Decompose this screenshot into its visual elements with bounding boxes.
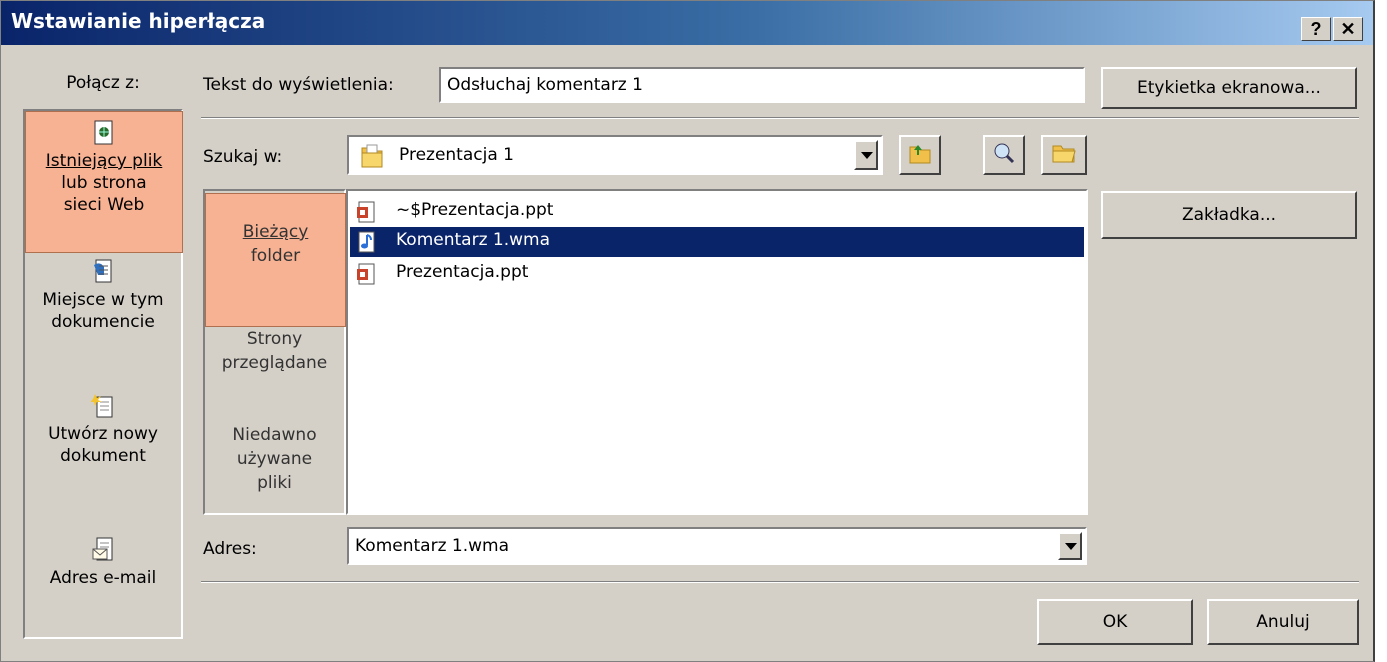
bottom-separator	[201, 581, 1359, 583]
link-to-label: Połącz z:	[66, 73, 140, 93]
place-browsed-pages[interactable]: Strony przeglądane	[205, 327, 344, 387]
place-current-line2: folder	[250, 246, 301, 266]
look-in-combo[interactable]: Prezentacja 1	[347, 135, 883, 175]
place-current-line1: Bieżący	[242, 222, 309, 242]
up-one-folder-button[interactable]	[899, 135, 941, 175]
browse-web-icon	[994, 143, 1015, 163]
folder-icon	[361, 144, 383, 168]
link-email-line1: Adres e-mail	[49, 568, 157, 588]
link-existing-file[interactable]: Istniejący plik lub strona sieci Web	[25, 111, 183, 253]
place-recent-line3: pliki	[257, 473, 292, 493]
link-new-doc-line1: Utwórz nowy	[48, 424, 158, 444]
file-name: Prezentacja.ppt	[396, 262, 529, 282]
email-address-icon	[92, 537, 113, 561]
place-current-folder[interactable]: Bieżący folder	[205, 193, 346, 327]
insert-hyperlink-dialog: Wstawianie hiperłącza ? ✕ Połącz z: Istn…	[0, 0, 1375, 662]
link-place-line1: Miejsce w tym	[42, 290, 164, 310]
link-existing-file-line2: lub strona	[61, 173, 147, 193]
file-row[interactable]: Prezentacja.ppt	[350, 259, 1084, 289]
file-name: Komentarz 1.wma	[396, 230, 550, 250]
new-document-icon	[91, 394, 113, 418]
link-place-in-document[interactable]: Miejsce w tym dokumencie	[25, 259, 181, 359]
link-existing-file-line3: sieci Web	[63, 195, 145, 215]
link-to-bar: Istniejący plik lub strona sieci Web Mie…	[23, 109, 183, 639]
browse-web-button[interactable]	[983, 135, 1025, 175]
powerpoint-file-icon	[357, 263, 375, 285]
look-in-label: Szukaj w:	[203, 147, 283, 167]
look-in-value: Prezentacja 1	[399, 145, 514, 165]
address-value: Komentarz 1.wma	[355, 536, 509, 556]
places-bar: Bieżący folder Strony przeglądane Niedaw…	[203, 189, 346, 515]
dialog-title: Wstawianie hiperłącza	[11, 9, 266, 33]
browse-file-button[interactable]	[1041, 135, 1087, 175]
place-recent-line1: Niedawno	[232, 425, 317, 445]
link-new-doc-line2: dokument	[60, 446, 146, 466]
link-email-address[interactable]: Adres e-mail	[25, 537, 181, 607]
look-in-dropdown-icon[interactable]	[854, 140, 878, 170]
link-new-document[interactable]: Utwórz nowy dokument	[25, 393, 181, 493]
address-label: Adres:	[203, 539, 257, 559]
link-existing-file-line1: Istniejący plik	[45, 151, 163, 171]
screentip-button[interactable]: Etykietka ekranowa...	[1101, 67, 1357, 109]
bookmark-button[interactable]: Zakładka...	[1101, 191, 1357, 239]
address-combo[interactable]: Komentarz 1.wma	[347, 527, 1087, 565]
place-browsed-line1: Strony	[246, 329, 303, 349]
help-button[interactable]: ?	[1301, 17, 1331, 41]
link-place-line2: dokumencie	[51, 312, 155, 332]
text-to-display-label: Tekst do wyświetlenia:	[203, 75, 394, 95]
text-to-display-value: Odsłuchaj komentarz 1	[447, 75, 643, 95]
file-row-selected[interactable]: Komentarz 1.wma	[350, 227, 1084, 257]
place-recent-files[interactable]: Niedawno używane pliki	[205, 423, 344, 503]
up-folder-icon	[909, 144, 931, 163]
top-separator	[201, 117, 1359, 119]
place-browsed-line2: przeglądane	[221, 353, 328, 373]
file-list[interactable]: ~$Prezentacja.ppt Komentarz 1.wma Prezen…	[346, 189, 1088, 515]
place-recent-line2: używane	[236, 449, 313, 469]
place-in-document-icon	[94, 259, 112, 283]
file-name: ~$Prezentacja.ppt	[396, 200, 554, 220]
cancel-button[interactable]: Anuluj	[1207, 599, 1359, 645]
existing-file-icon	[94, 120, 113, 145]
ok-button[interactable]: OK	[1037, 599, 1193, 645]
text-to-display-input[interactable]: Odsłuchaj komentarz 1	[439, 67, 1085, 103]
file-row[interactable]: ~$Prezentacja.ppt	[350, 197, 1084, 227]
title-bar[interactable]: Wstawianie hiperłącza ? ✕	[1, 1, 1373, 45]
powerpoint-file-icon	[357, 201, 375, 223]
address-dropdown-icon[interactable]	[1058, 532, 1082, 560]
audio-file-icon	[358, 231, 375, 253]
open-folder-icon	[1052, 145, 1076, 162]
close-button[interactable]: ✕	[1333, 17, 1363, 41]
